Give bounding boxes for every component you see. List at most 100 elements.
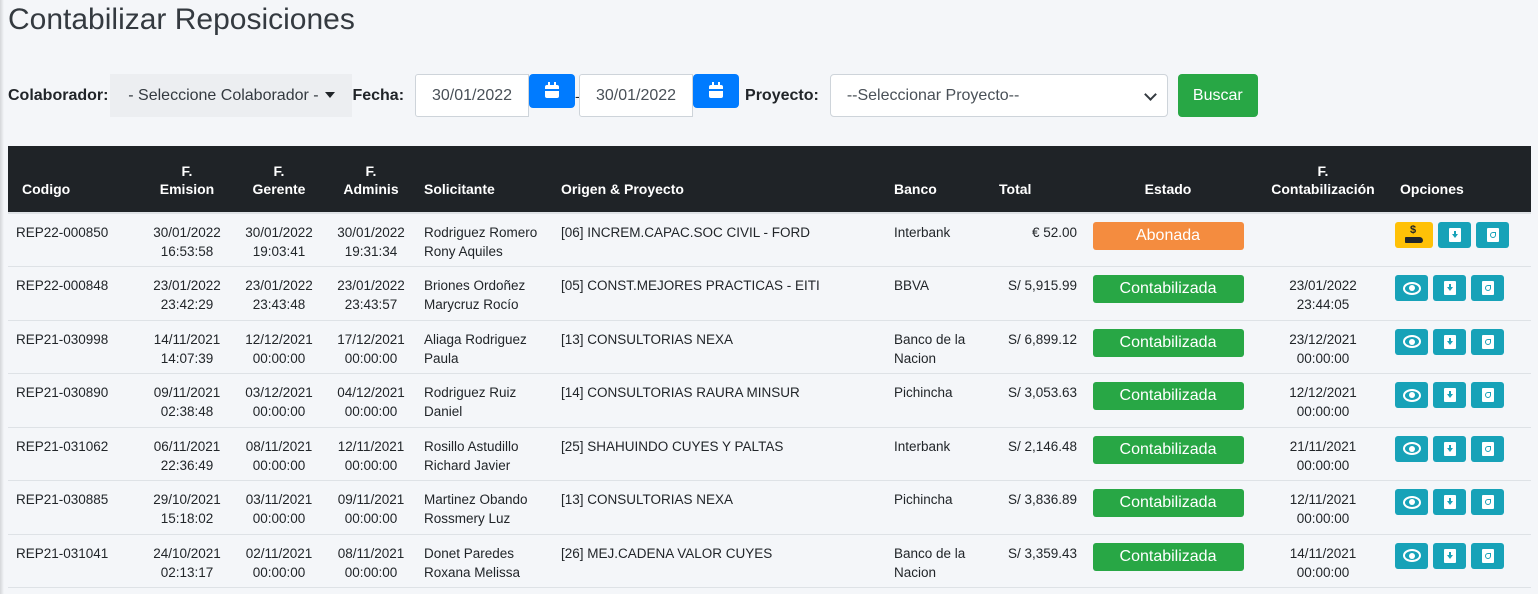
cell-f-emision: 24/10/2021 02:13:17 [153,545,221,580]
cell-total: S/ 5,915.99 [1007,278,1077,293]
cell-banco: Interbank [894,438,951,454]
download-button[interactable] [1433,382,1466,408]
cell-opciones [1388,534,1531,588]
view-button[interactable] [1395,435,1428,462]
download-button[interactable] [1433,542,1466,569]
header-f-emision[interactable]: F. Emision [140,146,234,213]
file-pdf-icon [1481,548,1494,563]
colaborador-dropdown-value: - Seleccione Colaborador - [128,86,319,104]
download-button[interactable] [1433,489,1466,515]
cell-f-gerente: 23/01/2022 23:43:48 [245,278,313,312]
eye-icon [1402,549,1421,562]
file-download-icon [1443,495,1456,509]
pdf-button[interactable] [1476,222,1509,248]
cell-codigo: REP22-000848 [16,278,109,293]
eye-icon [1402,335,1421,348]
cell-solicitante: Donet Paredes Roxana Melissa [424,545,521,580]
table-header-row: Codigo F. Emision F. Gerente F. Adminis Sol… [8,146,1531,213]
cell-f-gerente: 03/11/2021 00:00:00 [245,492,313,526]
cell-solicitante: Rosillo Astudillo Richard Javier [424,438,519,473]
download-button[interactable] [1433,328,1466,355]
header-f-adminis[interactable]: F. Adminis [324,146,418,213]
cell-total: S/ 6,899.12 [1007,331,1077,347]
pdf-button[interactable] [1471,382,1504,408]
cell-total: S/ 3,053.63 [1007,385,1077,400]
file-download-icon [1443,441,1456,456]
cell-origen-proyecto: [05] CONST.MEJORES PRACTICAS - EITI [561,278,820,293]
abonar-button[interactable]: $ [1395,222,1433,248]
pdf-button[interactable] [1471,542,1504,569]
buscar-button[interactable]: Buscar [1177,74,1258,117]
table-row: REP21-030885 29/10/2021 15:18:02 03/11/2021… [8,481,1531,535]
proyecto-select[interactable]: --Seleccionar Proyecto-- [829,74,1168,117]
fecha-hasta-calendar-button[interactable] [693,74,740,108]
view-button[interactable] [1395,328,1428,355]
download-button[interactable] [1438,222,1471,248]
eye-icon [1402,281,1421,295]
header-codigo[interactable]: Codigo [8,146,140,213]
cell-codigo: REP21-031041 [16,545,109,561]
cell-codigo: REP21-031062 [16,438,109,454]
header-banco[interactable]: Banco [882,146,987,213]
cell-f-adminis: 12/11/2021 00:00:00 [337,438,405,473]
fecha-hasta-input[interactable]: 30/01/2022 [579,74,694,117]
cell-opciones [1388,320,1531,374]
page-title: Contabilizar Reposiciones [8,3,355,36]
cell-f-emision: 29/10/2021 15:18:02 [153,492,221,526]
cell-estado: Abonada [1078,213,1258,267]
header-f-contabilizacion[interactable]: F. Contabilización [1258,146,1388,213]
file-pdf-icon [1481,441,1494,456]
caret-down-icon [324,91,335,98]
cell-estado: Contabilizada [1078,481,1258,535]
cell-estado: Contabilizada [1078,374,1258,428]
cell-codigo: REP21-030998 [16,331,109,347]
cell-f-adminis: 08/11/2021 00:00:00 [337,545,405,580]
file-pdf-icon [1481,495,1494,509]
view-button[interactable] [1395,489,1428,515]
header-f-gerente[interactable]: F. Gerente [234,146,324,213]
cell-f-adminis: 04/12/2021 00:00:00 [337,385,405,419]
cell-f-contabilizacion: 21/11/2021 00:00:00 [1289,438,1357,473]
file-download-icon [1443,334,1456,349]
eye-icon [1402,388,1421,402]
pdf-button[interactable] [1471,275,1504,301]
view-button[interactable] [1395,275,1428,301]
cell-f-contabilizacion: 12/12/2021 00:00:00 [1289,385,1357,419]
cell-estado: Contabilizada [1078,534,1258,588]
cell-origen-proyecto: [26] MEJ.CADENA VALOR CUYES [561,545,773,561]
pdf-button[interactable] [1471,489,1504,515]
cell-estado: Contabilizada [1078,427,1258,481]
header-total[interactable]: Total [987,146,1078,213]
cell-f-gerente: 12/12/2021 00:00:00 [245,331,313,366]
proyecto-select-value: --Seleccionar Proyecto-- [846,86,1020,104]
header-estado[interactable]: Estado [1078,146,1258,213]
cell-total: € 52.00 [1031,225,1077,240]
cell-total: S/ 2,146.48 [1007,438,1077,454]
cell-f-contabilizacion: 12/11/2021 00:00:00 [1289,492,1357,526]
header-origen-proyecto[interactable]: Origen & Proyecto [555,146,882,213]
status-badge: Contabilizada [1092,382,1244,410]
download-button[interactable] [1433,435,1466,462]
cell-opciones [1388,374,1531,428]
cell-f-contabilizacion [1258,213,1388,267]
cell-f-emision: 14/11/2021 14:07:39 [153,331,221,366]
fecha-desde-calendar-button[interactable] [529,74,576,108]
cell-f-emision: 09/11/2021 02:38:48 [153,385,221,419]
left-edge-shadow [0,0,4,594]
cell-estado: Contabilizada [1078,267,1258,321]
view-button[interactable] [1395,382,1428,408]
file-download-icon [1443,548,1456,563]
calendar-icon [709,81,724,98]
pdf-button[interactable] [1471,435,1504,462]
cell-f-contabilizacion: 23/12/2021 00:00:00 [1289,331,1357,366]
cell-f-gerente: 30/01/2022 19:03:41 [245,225,313,259]
cell-codigo: REP21-030890 [16,385,109,400]
pdf-button[interactable] [1471,328,1504,355]
header-solicitante[interactable]: Solicitante [418,146,555,213]
fecha-desde-input[interactable]: 30/01/2022 [415,74,530,117]
cell-codigo: REP21-030885 [16,492,109,507]
download-button[interactable] [1433,275,1466,301]
view-button[interactable] [1395,542,1428,569]
colaborador-label: Colaborador: [8,86,109,104]
colaborador-dropdown[interactable]: - Seleccione Colaborador - [110,74,353,117]
